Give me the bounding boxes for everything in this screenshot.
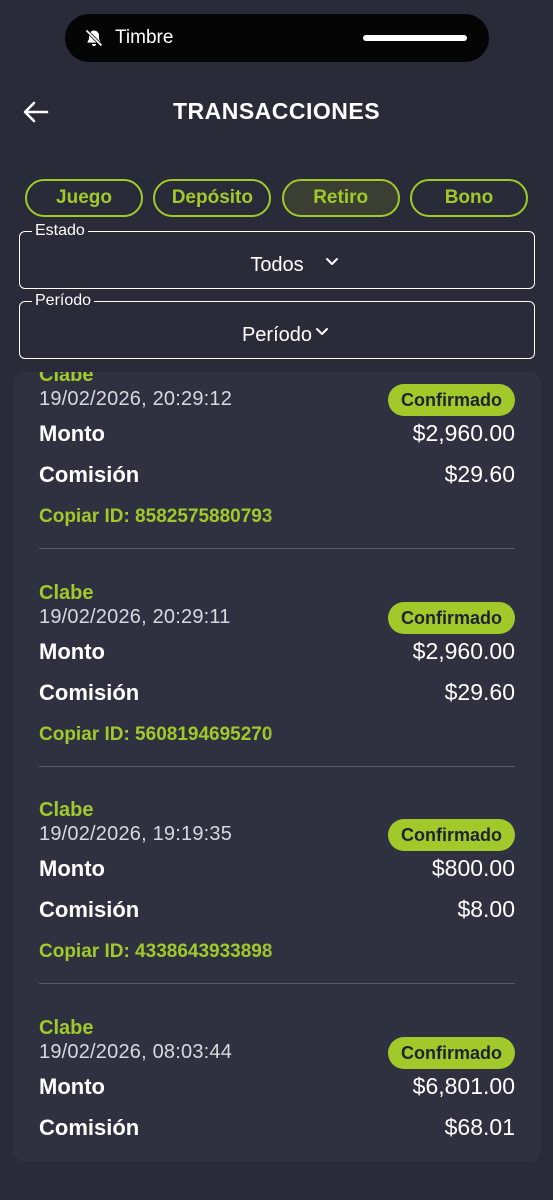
copy-id-link[interactable]: Copiar ID: 8582575880793 (39, 506, 314, 534)
transaction-date: 19/02/2026, 20:29:11 (39, 606, 231, 628)
tab-deposito[interactable]: Depósito (153, 179, 272, 217)
comision-label: Comisión (39, 680, 140, 705)
comision-value: $68.01 (444, 1114, 515, 1140)
comision-value: $29.60 (444, 679, 515, 705)
transaction-method: Clabe (39, 582, 94, 604)
status-badge: Confirmado (388, 1037, 515, 1069)
monto-label: Monto (39, 421, 105, 446)
tab-juego[interactable]: Juego (25, 179, 143, 217)
type-tabs: Juego Depósito Retiro Bono (25, 179, 528, 217)
monto-value: $2,960.00 (412, 638, 515, 664)
transaction-item[interactable]: Clabe 19/02/2026, 20:29:11 Confirmado Mo… (39, 582, 515, 792)
page-title: TRANSACCIONES (172, 98, 381, 124)
comision-label: Comisión (39, 462, 140, 487)
transaction-date: 19/02/2026, 08:03:44 (39, 1041, 233, 1063)
notification-pill[interactable]: Timbre (65, 14, 489, 62)
transaction-item[interactable]: Clabe 19/02/2026, 20:29:12 Confirmado Mo… (39, 372, 515, 574)
tab-retiro[interactable]: Retiro (281, 179, 400, 217)
comision-label: Comisión (39, 1115, 140, 1140)
transaction-item[interactable]: Clabe 19/02/2026, 19:19:35 Confirmado Mo… (39, 799, 515, 1009)
header: TRANSACCIONES (0, 90, 553, 136)
transaction-item[interactable]: Clabe 19/02/2026, 08:03:44 Confirmado Mo… (39, 1017, 515, 1162)
transactions-screen: Timbre TRANSACCIONES Juego Depósito Reti… (0, 0, 553, 1200)
divider (39, 548, 515, 549)
estado-value: Todos (250, 254, 304, 276)
comision-value: $29.60 (444, 461, 515, 487)
transaction-method: Clabe (39, 372, 94, 386)
chevron-down-icon (324, 254, 340, 270)
periodo-value: Período (241, 324, 313, 346)
estado-select[interactable]: Estado Todos (19, 222, 535, 289)
status-badge: Confirmado (388, 602, 515, 634)
monto-value: $2,960.00 (412, 420, 515, 446)
transactions-list[interactable]: Clabe 19/02/2026, 20:29:12 Confirmado Mo… (13, 372, 541, 1162)
status-badge: Confirmado (388, 819, 515, 851)
tab-bono[interactable]: Bono (409, 179, 528, 217)
monto-label: Monto (39, 856, 105, 881)
bell-muted-icon (83, 27, 105, 49)
transaction-date: 19/02/2026, 20:29:12 (39, 388, 233, 410)
monto-label: Monto (39, 639, 105, 664)
divider (39, 766, 515, 767)
chevron-down-icon (314, 324, 330, 340)
copy-id-link[interactable]: Copiar ID: 5608194695270 (39, 724, 314, 752)
notification-text: Timbre (115, 27, 174, 48)
periodo-legend: Período (32, 292, 95, 310)
transaction-method: Clabe (39, 1017, 94, 1039)
copy-id-link[interactable]: Copiar ID: 4338643933898 (39, 941, 314, 969)
notification-handle[interactable] (363, 35, 467, 41)
estado-legend: Estado (32, 222, 88, 240)
transaction-method: Clabe (39, 799, 94, 821)
monto-value: $800.00 (431, 855, 515, 881)
divider (39, 983, 515, 984)
comision-value: $8.00 (457, 896, 515, 922)
transaction-date: 19/02/2026, 19:19:35 (39, 823, 233, 845)
status-badge: Confirmado (388, 384, 515, 416)
periodo-select[interactable]: Período Período (19, 292, 535, 359)
comision-label: Comisión (39, 897, 140, 922)
monto-label: Monto (39, 1074, 105, 1099)
monto-value: $6,801.00 (412, 1073, 515, 1099)
